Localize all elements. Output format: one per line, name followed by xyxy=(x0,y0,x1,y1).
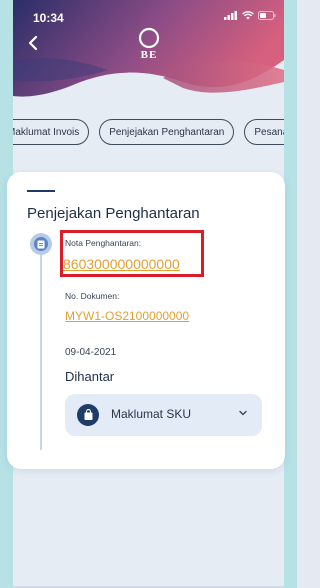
delivery-date: 09-04-2021 xyxy=(65,347,117,358)
tab-penjejakan-penghantaran[interactable]: Penjejakan Penghantaran xyxy=(99,119,235,145)
brand-name: BE xyxy=(140,49,158,61)
status-time: 10:34 xyxy=(33,11,64,25)
sku-label: Maklumat SKU xyxy=(111,407,192,421)
app-header: 10:34 BE xyxy=(13,0,284,100)
document-icon xyxy=(37,240,45,248)
back-arrow-icon[interactable] xyxy=(27,33,39,55)
tracking-card: Penjejakan Penghantaran Nota Penghantara… xyxy=(7,172,285,469)
signal-icon xyxy=(224,11,237,20)
sku-dropdown[interactable]: Maklumat SKU xyxy=(65,394,262,436)
status-bar: 10:34 xyxy=(13,0,284,25)
chevron-down-icon xyxy=(239,410,247,416)
right-background-strip xyxy=(284,0,297,588)
shopping-bag-icon xyxy=(77,404,99,426)
delivery-status: Dihantar xyxy=(65,369,115,384)
document-no-link[interactable]: MYW1-OS2100000000 xyxy=(65,309,189,323)
document-no-label: No. Dokumen: xyxy=(65,291,120,301)
battery-icon xyxy=(258,11,276,20)
card-title: Penjejakan Penghantaran xyxy=(27,205,200,222)
card-accent-bar xyxy=(27,190,55,192)
status-icons xyxy=(224,11,276,20)
tab-maklumat-invois[interactable]: Maklumat Invois xyxy=(13,119,90,145)
highlight-annotation xyxy=(60,230,204,277)
wifi-icon xyxy=(242,11,254,20)
timeline-line xyxy=(40,244,42,450)
tab-pesanan[interactable]: Pesanan Te xyxy=(244,119,284,145)
timeline-node xyxy=(30,233,52,255)
brand-logo: BE xyxy=(129,26,169,66)
tab-chips: Maklumat Invois Penjejakan Penghantaran … xyxy=(13,119,284,145)
